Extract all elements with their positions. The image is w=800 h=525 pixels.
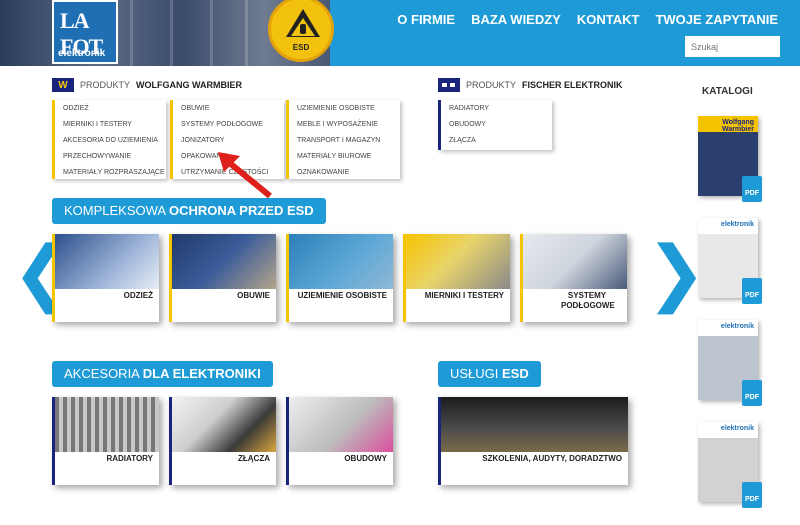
nav-baza-wiedzy[interactable]: BAZA WIEDZY bbox=[471, 12, 561, 27]
tile-caption: OBUDOWY bbox=[344, 454, 387, 463]
tile-caption: RADIATORY bbox=[106, 454, 153, 463]
service-tile-szkolenia[interactable]: SZKOLENIA, AUDYTY, DORADZTWO bbox=[438, 397, 628, 485]
section-esd-heading[interactable]: KOMPLEKSOWA OCHRONA PRZED ESD bbox=[52, 198, 326, 224]
elec-tile-obudowy[interactable]: OBUDOWY bbox=[286, 397, 393, 485]
tile-caption: ODZIEŻ bbox=[123, 291, 153, 300]
warmbier-logo-icon: W bbox=[52, 78, 74, 92]
tile-image bbox=[55, 234, 159, 289]
tile-caption: ZŁĄCZA bbox=[238, 454, 270, 463]
tile-caption: MIERNIKI I TESTERY bbox=[424, 291, 504, 300]
catalog-warmbier[interactable]: Wolfgang Warmbier PDF bbox=[698, 116, 762, 202]
pdf-icon: PDF bbox=[742, 176, 762, 202]
nav-twoje-zapytanie[interactable]: TWOJE ZAPYTANIE bbox=[655, 12, 778, 27]
tile-image bbox=[441, 397, 628, 452]
heading-prefix: USŁUGI bbox=[450, 366, 503, 381]
category-link[interactable]: MIERNIKI I TESTERY bbox=[63, 118, 166, 134]
tile-caption: OBUWIE bbox=[237, 291, 270, 300]
catalog-fischer-1[interactable]: elektronik PDF bbox=[698, 218, 762, 304]
catalog-label: elektronik bbox=[698, 422, 758, 438]
lafot-logo[interactable]: LA FOT elektronik bbox=[52, 0, 118, 64]
nav-o-firmie[interactable]: O FIRMIE bbox=[397, 12, 455, 27]
brand-prefix: PRODUKTY bbox=[80, 80, 131, 90]
tile-caption: SZKOLENIA, AUDYTY, DORADZTWO bbox=[482, 454, 622, 463]
pdf-icon: PDF bbox=[742, 380, 762, 406]
pdf-icon: PDF bbox=[742, 278, 762, 304]
category-link[interactable]: TRANSPORT I MAGAZYN bbox=[297, 134, 400, 150]
elec-tile-radiatory[interactable]: RADIATORY bbox=[52, 397, 159, 485]
category-link[interactable]: JONIZATORY bbox=[181, 134, 284, 150]
pdf-icon: PDF bbox=[742, 482, 762, 508]
warmbier-column-3: UZIEMIENIE OSOBISTE MEBLE I WYPOSAŻENIE … bbox=[286, 100, 400, 179]
category-link[interactable]: MEBLE I WYPOSAŻENIE bbox=[297, 118, 400, 134]
section-elektronika-heading[interactable]: AKCESORIA DLA ELEKTRONIKI bbox=[52, 361, 273, 387]
tile-image bbox=[55, 397, 159, 452]
nav-kontakt[interactable]: KONTAKT bbox=[577, 12, 640, 27]
tile-caption: SYSTEMY PODŁOGOWE bbox=[523, 291, 627, 311]
catalogs-title: KATALOGI bbox=[702, 86, 753, 97]
brand-warmbier[interactable]: W PRODUKTY WOLFGANG WARMBIER bbox=[52, 78, 242, 92]
heading-bold: ESD bbox=[502, 366, 529, 381]
tile-caption: UZIEMIENIE OSOBISTE bbox=[297, 291, 387, 300]
heading-bold: DLA ELEKTRONIKI bbox=[142, 366, 261, 381]
catalog-label: Wolfgang Warmbier bbox=[698, 116, 758, 133]
esd-tile-uziemienie[interactable]: UZIEMIENIE OSOBISTE bbox=[286, 234, 393, 322]
category-link[interactable]: RADIATORY bbox=[449, 102, 552, 118]
fischer-logo-icon bbox=[438, 78, 460, 92]
heading-prefix: AKCESORIA bbox=[64, 366, 143, 381]
brand-name: WOLFGANG WARMBIER bbox=[136, 80, 243, 90]
catalog-fischer-2[interactable]: elektronik PDF bbox=[698, 320, 762, 406]
tile-image bbox=[289, 397, 393, 452]
category-link[interactable]: OBUWIE bbox=[181, 102, 284, 118]
category-link[interactable]: SYSTEMY PODŁOGOWE bbox=[181, 118, 284, 134]
fischer-column: RADIATORY OBUDOWY ZŁĄCZA bbox=[438, 100, 552, 150]
esd-badge-label: ESD bbox=[292, 43, 310, 52]
warmbier-column-1: ODZIEŻ MIERNIKI I TESTERY AKCESORIA DO U… bbox=[52, 100, 166, 179]
brand-prefix: PRODUKTY bbox=[466, 80, 517, 90]
catalog-fischer-3[interactable]: elektronik PDF bbox=[698, 422, 762, 508]
category-link[interactable]: ODZIEŻ bbox=[63, 102, 166, 118]
category-link[interactable]: AKCESORIA DO UZIEMIENIA bbox=[63, 134, 166, 150]
esd-tile-systemy[interactable]: SYSTEMY PODŁOGOWE bbox=[520, 234, 627, 322]
catalog-label: elektronik bbox=[698, 320, 758, 336]
category-link[interactable]: ZŁĄCZA bbox=[449, 134, 552, 150]
main-nav: O FIRMIE BAZA WIEDZY KONTAKT TWOJE ZAPYT… bbox=[397, 12, 778, 27]
brand-name: FISCHER ELEKTRONIK bbox=[522, 80, 623, 90]
section-uslugi-heading[interactable]: USŁUGI ESD bbox=[438, 361, 541, 387]
tile-caption-text: SYSTEMY PODŁOGOWE bbox=[561, 291, 615, 310]
logo-text: elektronik bbox=[58, 48, 106, 59]
search-input[interactable] bbox=[685, 36, 780, 57]
tile-image bbox=[172, 397, 276, 452]
esd-tile-obuwie[interactable]: OBUWIE bbox=[169, 234, 276, 322]
esd-tile-odziez[interactable]: ODZIEŻ bbox=[52, 234, 159, 322]
category-link[interactable]: MATERIAŁY BIUROWE bbox=[297, 150, 400, 166]
tile-image bbox=[523, 234, 627, 289]
category-link[interactable]: MATERIAŁY ROZPRASZAJĄCE bbox=[63, 166, 166, 182]
esd-tile-mierniki[interactable]: MIERNIKI I TESTERY bbox=[403, 234, 510, 322]
catalog-label: elektronik bbox=[698, 218, 758, 234]
category-link[interactable]: OBUDOWY bbox=[449, 118, 552, 134]
heading-bold: OCHRONA PRZED ESD bbox=[169, 203, 314, 218]
category-link[interactable]: OZNAKOWANIE bbox=[297, 166, 400, 182]
tile-image bbox=[172, 234, 276, 289]
category-link[interactable]: PRZECHOWYWANIE bbox=[63, 150, 166, 166]
tile-image bbox=[289, 234, 393, 289]
brand-fischer[interactable]: PRODUKTY FISCHER ELEKTRONIK bbox=[438, 78, 623, 92]
elec-tile-zlacza[interactable]: ZŁĄCZA bbox=[169, 397, 276, 485]
category-link[interactable]: UZIEMIENIE OSOBISTE bbox=[297, 102, 400, 118]
red-pointer-arrow-icon bbox=[218, 152, 272, 199]
tile-image bbox=[406, 234, 510, 289]
heading-prefix: KOMPLEKSOWA bbox=[64, 203, 169, 218]
